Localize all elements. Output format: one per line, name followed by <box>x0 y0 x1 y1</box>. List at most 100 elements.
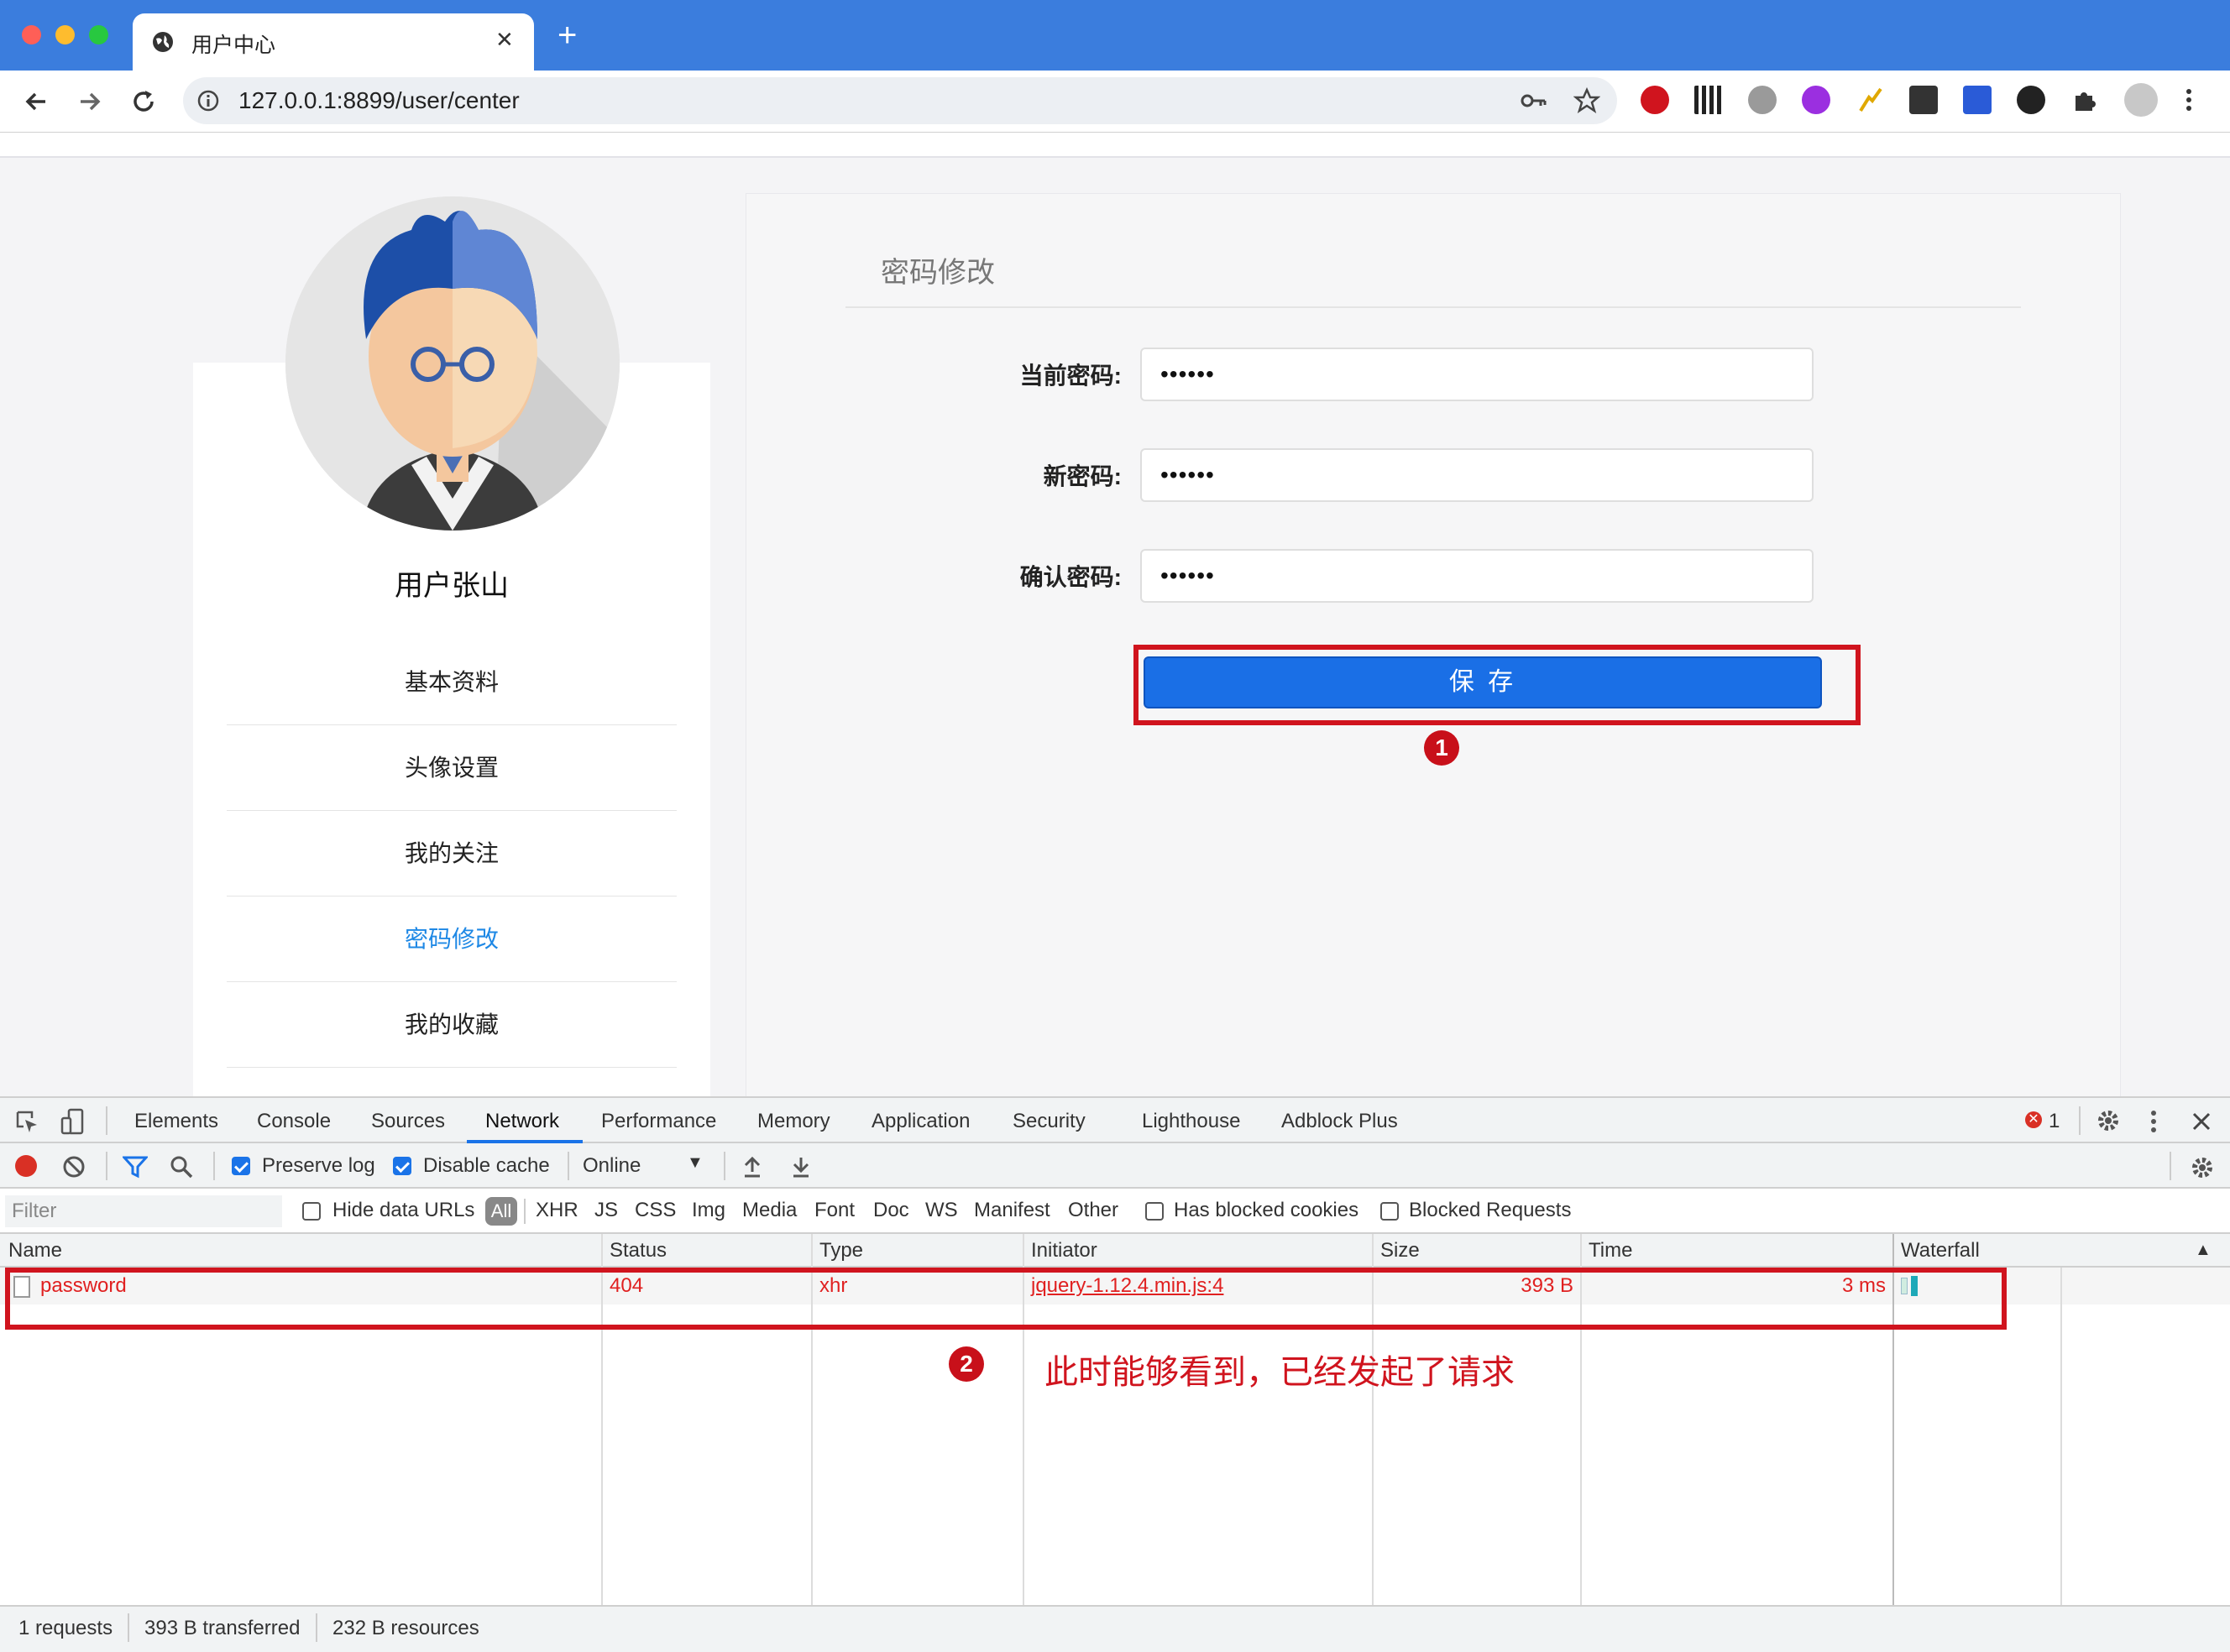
annotation-badge-1: 1 <box>1424 730 1459 766</box>
type-filter-css[interactable]: CSS <box>635 1199 676 1222</box>
device-toolbar-icon[interactable] <box>60 1108 84 1135</box>
transferred-size: 393 B transferred <box>144 1617 301 1639</box>
proxy-extension-icon[interactable] <box>1963 86 1992 114</box>
hide-data-urls-checkbox[interactable] <box>302 1202 321 1221</box>
filter-input[interactable]: Filter <box>5 1195 282 1227</box>
error-count[interactable]: 1 <box>2049 1098 2060 1143</box>
column-time[interactable]: Time <box>1580 1234 1632 1266</box>
type-filter-img[interactable]: Img <box>692 1199 725 1222</box>
new-tab-button[interactable]: + <box>558 18 577 52</box>
tab-title: 用户中心 <box>191 34 276 57</box>
sidebar-item-following[interactable]: 我的关注 <box>227 811 677 897</box>
type-filter-ws[interactable]: WS <box>925 1199 958 1222</box>
tab-elements[interactable]: Elements <box>134 1098 218 1143</box>
tab-network[interactable]: Network <box>485 1098 559 1143</box>
bookmark-star-icon[interactable] <box>1573 87 1600 114</box>
column-type[interactable]: Type <box>811 1234 863 1266</box>
current-password-input[interactable]: •••••• <box>1140 348 1814 401</box>
filter-icon[interactable] <box>123 1155 148 1179</box>
inspect-element-icon[interactable] <box>15 1110 39 1133</box>
type-filter-js[interactable]: JS <box>594 1199 618 1222</box>
tab-memory[interactable]: Memory <box>757 1098 830 1143</box>
has-blocked-cookies-label: Has blocked cookies <box>1174 1199 1359 1221</box>
c-extension-icon[interactable] <box>2017 86 2045 114</box>
column-size[interactable]: Size <box>1372 1234 1420 1266</box>
annotation-note: 此时能够看到，已经发起了请求 <box>1044 1354 1515 1391</box>
annotation-badge-2: 2 <box>949 1346 984 1382</box>
tab-security[interactable]: Security <box>1013 1098 1086 1143</box>
forward-arrow-icon[interactable] <box>76 87 104 116</box>
qr-code-extension-icon[interactable] <box>1694 86 1723 114</box>
lightning-extension-icon[interactable] <box>1856 86 1884 114</box>
sidebar-item-change-password[interactable]: 密码修改 <box>227 897 677 982</box>
record-icon[interactable] <box>15 1155 37 1177</box>
puzzle-extensions-icon[interactable] <box>2070 86 2099 114</box>
tab-adblock-plus[interactable]: Adblock Plus <box>1281 1098 1398 1143</box>
throttling-dropdown-icon[interactable]: ▼ <box>687 1153 704 1173</box>
browser-menu-icon[interactable] <box>2183 86 2195 114</box>
confirm-password-input[interactable]: •••••• <box>1140 549 1814 603</box>
adblock-plus-extension-icon[interactable] <box>1641 86 1669 114</box>
tab-lighthouse[interactable]: Lighthouse <box>1142 1098 1240 1143</box>
import-har-icon[interactable] <box>742 1155 762 1179</box>
browser-title-bar: 用户中心 ✕ + <box>0 0 2230 71</box>
type-filter-font[interactable]: Font <box>814 1199 855 1222</box>
type-filter-other[interactable]: Other <box>1068 1199 1118 1222</box>
reload-icon[interactable] <box>129 87 158 116</box>
toolbar-divider <box>106 1152 107 1180</box>
type-filter-all[interactable]: All <box>485 1197 517 1226</box>
type-filter-doc[interactable]: Doc <box>873 1199 909 1222</box>
settings-gear-icon[interactable] <box>2096 1108 2121 1133</box>
column-status[interactable]: Status <box>601 1234 667 1266</box>
sort-ascending-icon[interactable]: ▲ <box>2195 1241 2212 1260</box>
tab-sources[interactable]: Sources <box>371 1098 445 1143</box>
type-filter-manifest[interactable]: Manifest <box>974 1199 1050 1222</box>
sidebar-item-favorites[interactable]: 我的收藏 <box>227 982 677 1068</box>
status-divider <box>316 1613 317 1642</box>
has-blocked-cookies-checkbox[interactable] <box>1145 1202 1164 1221</box>
tab-performance[interactable]: Performance <box>601 1098 716 1143</box>
user-avatar <box>285 196 620 531</box>
tab-console[interactable]: Console <box>257 1098 331 1143</box>
tab-divider <box>106 1106 107 1135</box>
column-waterfall[interactable]: Waterfall <box>1892 1234 1980 1266</box>
toolbar-divider <box>568 1152 569 1180</box>
request-count: 1 requests <box>18 1617 113 1639</box>
address-bar[interactable]: 127.0.0.1:8899/user/center <box>183 77 1617 124</box>
sidebar-item-avatar-settings[interactable]: 头像设置 <box>227 725 677 811</box>
web-extension-icon[interactable] <box>1748 86 1777 114</box>
throttling-select[interactable]: Online <box>583 1154 641 1178</box>
export-har-icon[interactable] <box>791 1155 811 1179</box>
search-icon[interactable] <box>170 1155 193 1179</box>
minimize-window-button[interactable] <box>55 25 75 44</box>
type-filter-xhr[interactable]: XHR <box>536 1199 578 1222</box>
clear-icon[interactable] <box>62 1155 86 1179</box>
preserve-log-checkbox[interactable] <box>232 1157 250 1175</box>
back-arrow-icon[interactable] <box>22 87 50 116</box>
new-password-input[interactable]: •••••• <box>1140 448 1814 502</box>
close-window-button[interactable] <box>22 25 41 44</box>
column-initiator[interactable]: Initiator <box>1023 1234 1097 1266</box>
x-extension-icon[interactable] <box>1909 86 1938 114</box>
tab-divider <box>2079 1106 2081 1135</box>
disable-cache-checkbox[interactable] <box>393 1157 411 1175</box>
maximize-window-button[interactable] <box>89 25 108 44</box>
browser-toolbar: 127.0.0.1:8899/user/center <box>0 71 2230 133</box>
close-devtools-icon[interactable] <box>2191 1111 2212 1132</box>
form-title: 密码修改 <box>881 257 995 289</box>
profile-avatar-icon[interactable] <box>2124 83 2158 117</box>
translate-extension-icon[interactable] <box>1802 86 1830 114</box>
blocked-requests-checkbox[interactable] <box>1380 1202 1399 1221</box>
close-tab-icon[interactable]: ✕ <box>495 27 514 53</box>
sidebar-item-basic-info[interactable]: 基本资料 <box>227 640 677 725</box>
type-filter-media[interactable]: Media <box>742 1199 797 1222</box>
column-name[interactable]: Name <box>0 1234 62 1266</box>
error-icon[interactable]: ✕ <box>2025 1111 2042 1128</box>
tab-application[interactable]: Application <box>872 1098 970 1143</box>
url-text: 127.0.0.1:8899/user/center <box>238 87 520 113</box>
devtools-more-icon[interactable] <box>2149 1110 2158 1133</box>
network-settings-gear-icon[interactable] <box>2190 1155 2215 1180</box>
browser-tab[interactable]: 用户中心 ✕ <box>133 13 534 71</box>
info-icon[interactable] <box>196 89 220 112</box>
key-icon[interactable] <box>1520 89 1548 112</box>
